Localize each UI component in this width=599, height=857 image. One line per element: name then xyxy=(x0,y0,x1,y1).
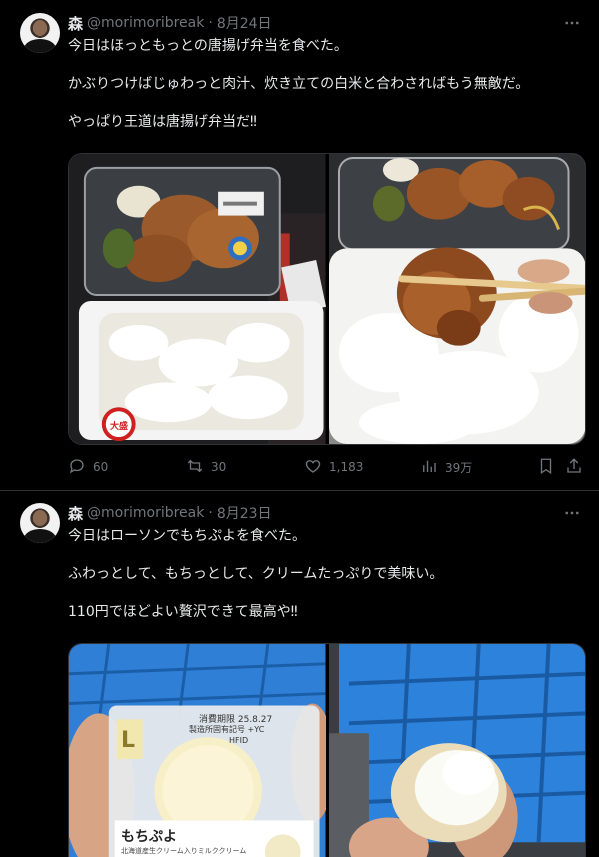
sticker-label: 大盛 xyxy=(109,422,128,432)
views-count: 39万 xyxy=(445,460,473,475)
avatar-shirt xyxy=(24,529,56,543)
tweet-line: ふわっとして、もちっとして、クリームたっぷりで美味い。 xyxy=(68,566,444,582)
separator: · xyxy=(208,505,213,521)
share-button[interactable] xyxy=(565,457,583,478)
tweet-header: 森 @morimoribreak · 8月24日 xyxy=(68,13,272,33)
tweet-text: 今日はほっともっとの唐揚げ弁当を食べた。 かぶりつけばじゅわっと肉汁、炊き立ての… xyxy=(68,37,588,132)
media-photo-karaage[interactable] xyxy=(328,154,585,444)
views-icon xyxy=(420,457,438,478)
retweet-count: 30 xyxy=(211,460,227,474)
tweet-media: L 消費期限 25.8.27 製造所固有記号 +YC HFID もちぷよ 北海道… xyxy=(68,643,586,857)
handle[interactable]: @morimoribreak xyxy=(87,15,204,31)
avatar-shirt xyxy=(24,39,56,53)
avatar-face xyxy=(33,510,47,526)
retweet-button[interactable]: 30 xyxy=(186,457,226,478)
tweet-line: 今日はローソンでもちぷよを食べた。 xyxy=(68,528,306,544)
tweet-line: 今日はほっともっとの唐揚げ弁当を食べた。 xyxy=(68,38,348,54)
product-name: もちぷよ xyxy=(121,829,177,845)
hfid-text: HFID xyxy=(229,736,249,745)
media-photo-mochipuyo-bitten[interactable] xyxy=(328,644,585,857)
media-photo-bento[interactable]: 大盛 xyxy=(69,154,326,444)
tweet-date[interactable]: 8月23日 xyxy=(217,503,272,523)
bookmark-button[interactable] xyxy=(537,457,555,478)
handle[interactable]: @morimoribreak xyxy=(87,505,204,521)
retweet-icon xyxy=(186,457,204,478)
tweet-line: かぶりつけばじゅわっと肉汁、炊き立ての白米と合わさればもう無敵だ。 xyxy=(68,76,530,92)
avatar-face xyxy=(33,20,47,36)
display-name[interactable]: 森 xyxy=(68,503,83,524)
more-icon[interactable] xyxy=(561,14,583,34)
tweet-date[interactable]: 8月24日 xyxy=(217,13,272,33)
avatar[interactable] xyxy=(20,503,60,543)
tweet[interactable]: 森 @morimoribreak · 8月23日 今日はローソンでもちぷよを食べ… xyxy=(0,491,599,857)
reply-button[interactable]: 60 xyxy=(68,457,108,478)
media-photo-mochipuyo-pack[interactable]: L 消費期限 25.8.27 製造所固有記号 +YC HFID もちぷよ 北海道… xyxy=(69,644,326,857)
like-button[interactable]: 1,183 xyxy=(304,457,363,478)
share-icon xyxy=(565,457,583,478)
display-name[interactable]: 森 xyxy=(68,13,83,34)
reply-count: 60 xyxy=(93,460,109,474)
tweet[interactable]: 森 @morimoribreak · 8月24日 今日はほっともっとの唐揚げ弁当… xyxy=(0,0,599,491)
product-subtitle: 北海道産生クリーム入りミルククリーム xyxy=(121,847,247,855)
bookmark-icon xyxy=(537,457,555,478)
avatar[interactable] xyxy=(20,13,60,53)
tweet-media: 大盛 xyxy=(68,153,586,445)
views-button[interactable]: 39万 xyxy=(420,457,472,478)
like-count: 1,183 xyxy=(329,460,364,474)
tweet-line: やっぱり王道は唐揚げ弁当だ‼︎ xyxy=(68,114,257,130)
separator: · xyxy=(208,15,213,31)
tweet-line: 110円でほどよい贅沢できて最高や‼︎ xyxy=(68,604,298,620)
maker-code: 製造所固有記号 +YC xyxy=(189,725,265,734)
tweet-header: 森 @morimoribreak · 8月23日 xyxy=(68,503,272,523)
tweet-text: 今日はローソンでもちぷよを食べた。 ふわっとして、もちっとして、クリームたっぷり… xyxy=(68,527,588,622)
tweet-actions: 60 30 1,183 39万 xyxy=(68,457,585,477)
reply-icon xyxy=(68,457,86,478)
heart-icon xyxy=(304,457,322,478)
package-letter: L xyxy=(121,728,136,753)
more-icon[interactable] xyxy=(561,504,583,524)
